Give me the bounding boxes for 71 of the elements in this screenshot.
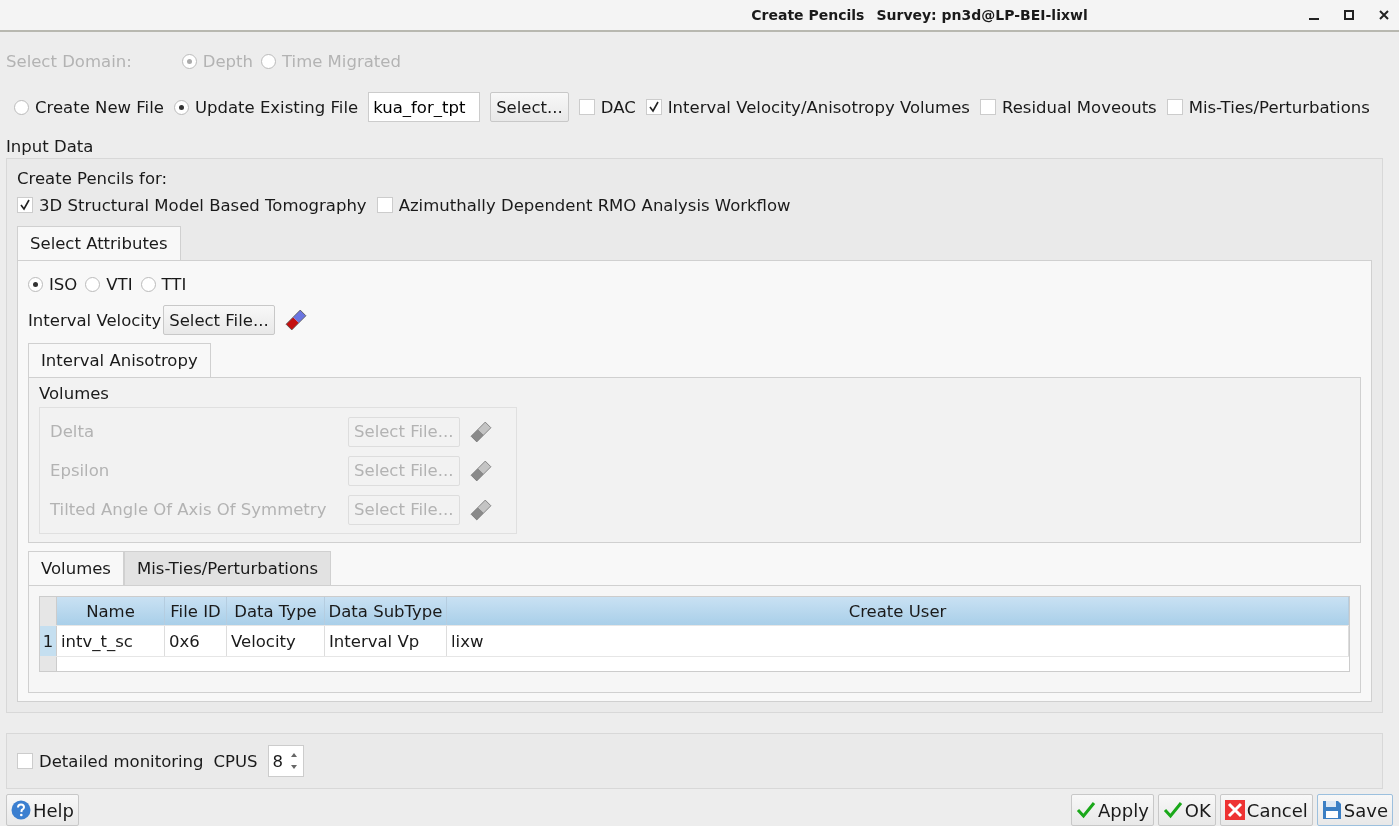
checkbox-label: Mis-Ties/Perturbations xyxy=(1188,97,1370,117)
apply-button[interactable]: Apply xyxy=(1071,794,1154,826)
help-icon xyxy=(11,800,31,820)
select-file-button[interactable]: Select File... xyxy=(163,305,275,336)
close-icon[interactable] xyxy=(1379,9,1389,20)
cpus-spinbox[interactable]: 8 xyxy=(267,745,305,778)
column-header[interactable]: File ID xyxy=(165,597,227,626)
help-button[interactable]: Help xyxy=(6,794,80,826)
radio-button[interactable] xyxy=(28,276,43,292)
create-for-label: Create Pencils for: xyxy=(17,169,169,189)
volume-label: Tilted Angle Of Axis Of Symmetry xyxy=(50,500,328,520)
radio-button[interactable] xyxy=(140,276,156,292)
checkbox-label: Residual Moveouts xyxy=(1001,97,1157,117)
radio-label: Time Migrated xyxy=(282,52,401,72)
checkmark-icon xyxy=(1076,801,1096,819)
table-cell: intv_t_sc xyxy=(57,626,165,657)
section-title: Input Data xyxy=(5,136,95,159)
eraser-icon[interactable] xyxy=(467,420,494,443)
radio-button[interactable] xyxy=(173,99,189,115)
volume-label: Epsilon xyxy=(50,461,111,481)
domain-label: Select Domain: xyxy=(6,52,132,72)
eraser-icon[interactable] xyxy=(282,309,309,332)
column-header[interactable]: Create User xyxy=(447,597,1349,626)
radio-button[interactable] xyxy=(85,276,101,292)
table-cell: 0x6 xyxy=(165,626,227,657)
table-cell: Interval Vp xyxy=(325,626,447,657)
volume-label: Delta xyxy=(50,422,96,442)
radio-label: ISO xyxy=(49,274,78,294)
select-button[interactable]: Select... xyxy=(490,92,569,123)
checkbox[interactable] xyxy=(979,99,996,116)
checkbox-label: DAC xyxy=(600,97,636,117)
checkbox-label: Detailed monitoring xyxy=(39,751,204,771)
close-icon xyxy=(1224,800,1245,820)
column-header[interactable]: Data SubType xyxy=(325,597,447,626)
file-name-field[interactable]: kua_for_tpt xyxy=(368,92,481,123)
table-cell: lixw xyxy=(447,626,1349,657)
checkbox-label: Azimuthally Dependent RMO Analysis Workflow xyxy=(398,195,791,215)
tab[interactable]: Mis-Ties/Perturbations xyxy=(123,551,332,586)
eraser-icon[interactable] xyxy=(467,498,494,521)
window-title: Create Pencils xyxy=(751,6,865,23)
checkbox[interactable] xyxy=(645,99,662,116)
radio-label: Update Existing File xyxy=(194,97,359,117)
checkbox-label: 3D Structural Model Based Tomography xyxy=(39,195,367,215)
interval-velocity-label: Interval Velocity xyxy=(28,310,162,330)
tab[interactable]: Interval Anisotropy xyxy=(28,343,211,378)
ok-button[interactable]: OK xyxy=(1157,794,1216,826)
column-header[interactable]: Name xyxy=(57,597,165,626)
radio-label: Depth xyxy=(202,52,253,72)
column-header[interactable]: Data Type xyxy=(227,597,325,626)
checkbox[interactable] xyxy=(578,99,595,116)
volumes-title: Volumes xyxy=(39,384,110,404)
window-subtitle: Survey: pn3d@LP-BEI-lixwl xyxy=(876,6,1088,23)
checkbox[interactable] xyxy=(376,197,393,214)
cpus-label: CPUS xyxy=(213,751,258,771)
checkbox-label: Interval Velocity/Anisotropy Volumes xyxy=(667,97,970,117)
radio-label: Create New File xyxy=(35,97,164,117)
radio-label: TTI xyxy=(161,274,187,294)
checkbox[interactable] xyxy=(1166,99,1183,116)
checkbox[interactable] xyxy=(17,197,33,214)
maximize-icon[interactable] xyxy=(1344,9,1354,20)
radio-button[interactable] xyxy=(14,99,29,115)
radio-label: VTI xyxy=(106,274,133,294)
row-number[interactable]: 1 xyxy=(40,626,57,657)
table-cell: Velocity xyxy=(227,626,325,657)
checkbox[interactable] xyxy=(17,753,33,770)
checkmark-icon xyxy=(1162,801,1183,819)
save-button[interactable]: Save xyxy=(1316,794,1393,826)
eraser-icon[interactable] xyxy=(467,459,494,482)
tab[interactable]: Select Attributes xyxy=(17,226,181,261)
tab[interactable]: Volumes xyxy=(28,551,124,586)
cancel-button[interactable]: Cancel xyxy=(1219,794,1313,826)
